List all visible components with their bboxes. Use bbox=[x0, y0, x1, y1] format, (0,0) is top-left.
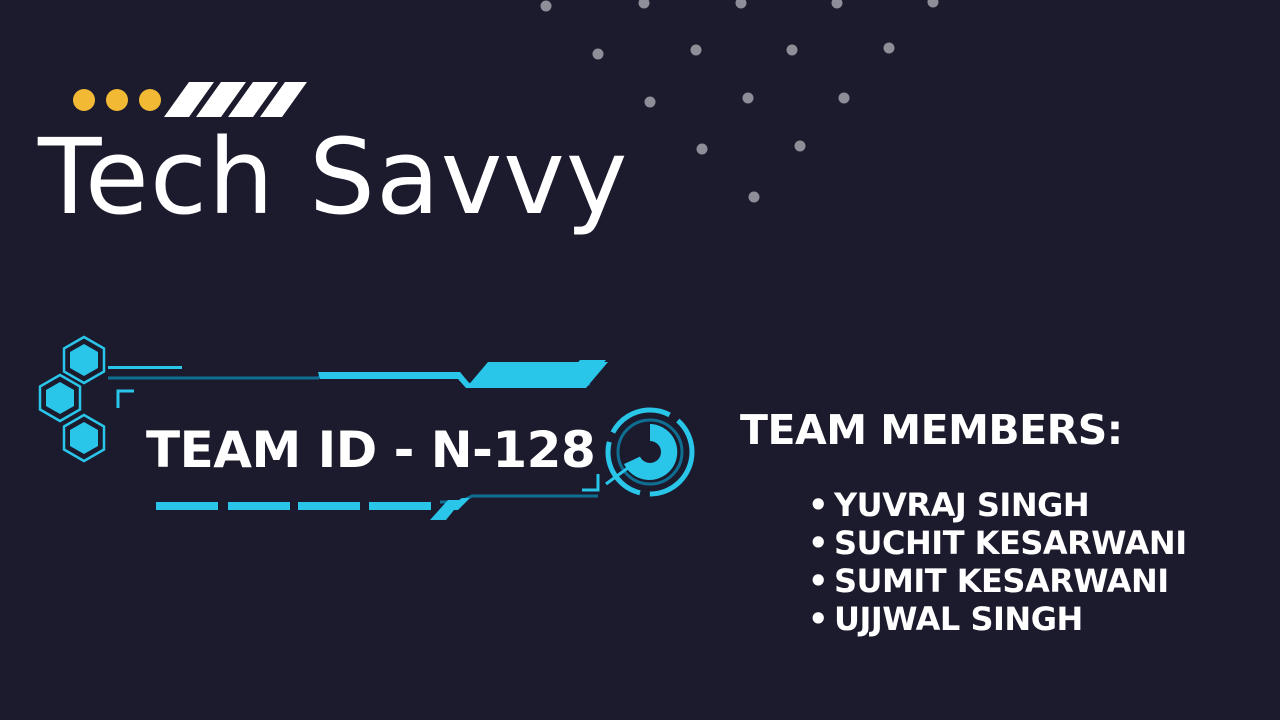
gray-dot-icon bbox=[735, 0, 747, 9]
yellow-dot-icon bbox=[139, 89, 161, 111]
team-id-label: TEAM ID - N-128 bbox=[146, 421, 596, 479]
bullet-icon: • bbox=[808, 524, 828, 562]
yellow-dots bbox=[73, 89, 161, 111]
member-name: SUMIT KESARWANI bbox=[834, 562, 1169, 600]
target-ring-icon bbox=[605, 407, 695, 497]
list-item: • YUVRAJ SINGH bbox=[808, 486, 1187, 524]
team-members-heading: TEAM MEMBERS: bbox=[740, 406, 1123, 454]
member-name: YUVRAJ SINGH bbox=[834, 486, 1090, 524]
gray-dot-icon bbox=[638, 0, 650, 9]
gray-dot-icon bbox=[592, 48, 604, 60]
list-item: • SUMIT KESARWANI bbox=[808, 562, 1187, 600]
bullet-icon: • bbox=[808, 486, 828, 524]
gray-dot-icon bbox=[831, 0, 843, 9]
gray-dot-icon bbox=[883, 42, 895, 54]
team-members-list: • YUVRAJ SINGH • SUCHIT KESARWANI • SUMIT K… bbox=[808, 486, 1187, 638]
list-item: • SUCHIT KESARWANI bbox=[808, 524, 1187, 562]
member-name: SUCHIT KESARWANI bbox=[834, 524, 1187, 562]
gray-dot-icon bbox=[742, 92, 754, 104]
gray-dot-icon bbox=[644, 96, 656, 108]
yellow-dot-icon bbox=[106, 89, 128, 111]
page-title: Tech Savvy bbox=[38, 116, 629, 238]
gray-dot-icon bbox=[838, 92, 850, 104]
hexagon-cluster bbox=[38, 335, 106, 463]
slide: Tech Savvy TEAM ID - N-128 TEAM MEMBERS:… bbox=[0, 0, 1280, 720]
list-item: • UJJWAL SINGH bbox=[808, 600, 1187, 638]
gray-dot-icon bbox=[690, 44, 702, 56]
yellow-dot-icon bbox=[73, 89, 95, 111]
hexagon-icon bbox=[62, 335, 106, 385]
member-name: UJJWAL SINGH bbox=[834, 600, 1083, 638]
gray-dot-icon bbox=[748, 191, 760, 203]
gray-dot-icon bbox=[540, 0, 552, 12]
gray-dot-icon bbox=[927, 0, 939, 8]
hexagon-icon bbox=[38, 373, 82, 423]
gray-dot-icon bbox=[786, 44, 798, 56]
gray-dot-icon bbox=[696, 143, 708, 155]
bullet-icon: • bbox=[808, 562, 828, 600]
gray-dot-icon bbox=[794, 140, 806, 152]
hexagon-icon bbox=[62, 413, 106, 463]
bullet-icon: • bbox=[808, 600, 828, 638]
